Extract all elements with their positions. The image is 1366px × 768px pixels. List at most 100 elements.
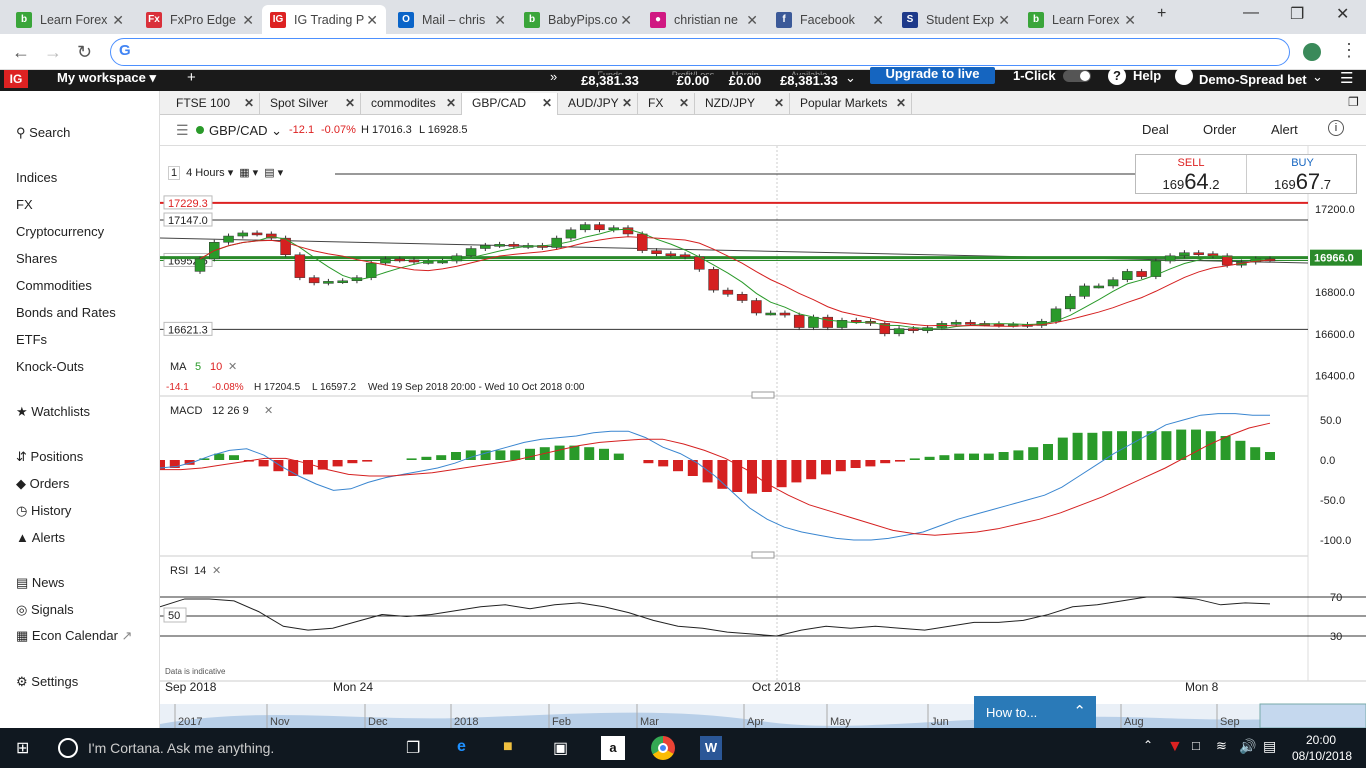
browser-tab[interactable]: S Student Exp ✕ [894, 5, 1018, 34]
instrument-tab[interactable]: commodites ✕ [361, 93, 462, 115]
arrows-icon[interactable]: » [550, 69, 557, 84]
help-link[interactable]: Help [1133, 68, 1161, 83]
close-tab-icon[interactable]: ✕ [366, 12, 378, 29]
ig-logo[interactable]: IG [4, 70, 28, 88]
word-icon[interactable]: W [700, 736, 722, 760]
order-button[interactable]: Order [1203, 122, 1236, 137]
amazon-icon[interactable]: a [601, 736, 625, 760]
instrument-tab[interactable]: NZD/JPY ✕ [695, 93, 790, 115]
sidebar-signals[interactable]: ◎ Signals [16, 602, 74, 618]
sidebar-item-bonds-and-rates[interactable]: Bonds and Rates [16, 305, 116, 320]
close-tab-icon[interactable]: ✕ [746, 12, 758, 29]
close-tab-icon[interactable]: ✕ [774, 93, 784, 113]
notifications-icon[interactable]: ▤ [1263, 738, 1276, 755]
volume-icon[interactable]: 🔊 [1239, 738, 1256, 755]
browser-tab[interactable]: f Facebook ✕ [768, 5, 892, 34]
account-selector[interactable]: Demo-Spread bet [1199, 72, 1307, 87]
indicators-icon[interactable]: ▤ ▾ [264, 166, 283, 180]
browser-tab[interactable]: b Learn Forex ✕ [1020, 5, 1144, 34]
new-tab-button[interactable]: + [1157, 5, 1166, 23]
sidebar-orders[interactable]: ◆ Orders [16, 476, 69, 492]
close-tab-icon[interactable]: ✕ [998, 12, 1010, 29]
close-tab-icon[interactable]: ✕ [896, 93, 906, 113]
reload-icon[interactable]: ↻ [77, 42, 92, 63]
windows-start-icon[interactable]: ⊞ [16, 738, 29, 758]
close-window-icon[interactable]: ✕ [1336, 4, 1349, 24]
sidebar-econ-calendar[interactable]: ▦ Econ Calendar ↗ [16, 628, 132, 644]
sidebar-watchlists[interactable]: ★ Watchlists [16, 404, 90, 420]
browser-tab[interactable]: b BabyPips.co ✕ [516, 5, 640, 34]
edge-icon[interactable]: e [457, 738, 466, 756]
clock-date[interactable]: 08/10/2018 [1292, 749, 1352, 763]
buy-button[interactable]: BUY 16967.7 [1247, 155, 1358, 194]
sidebar-search[interactable]: ⚲ Search [16, 125, 70, 141]
task-view-icon[interactable]: ❐ [406, 738, 420, 758]
forward-icon[interactable]: → [44, 42, 62, 63]
instrument-tab[interactable]: AUD/JPY ✕ [558, 93, 638, 115]
menu-icon[interactable]: ☰ [176, 122, 189, 139]
help-icon[interactable]: ? [1108, 67, 1126, 85]
account-menu-chevron-icon[interactable]: ⌄ [1312, 69, 1323, 85]
hamburger-icon[interactable]: ☰ [1340, 69, 1353, 87]
network-icon[interactable]: □ [1192, 738, 1200, 753]
sidebar-item-commodities[interactable]: Commodities [16, 278, 92, 293]
price-chart-svg[interactable]: 17200.0 16800.0 16600.0 16400.0 17229.3 17147… [155, 146, 1366, 729]
calendar-range-icon[interactable]: ▦ ▾ [239, 166, 258, 180]
close-tab-icon[interactable]: ✕ [112, 12, 124, 29]
account-chevron-icon[interactable]: ⌄ [845, 70, 856, 86]
user-icon[interactable] [1175, 67, 1193, 85]
browser-tab[interactable]: IG IG Trading P ✕ [262, 5, 386, 34]
sidebar-settings[interactable]: ⚙ Settings [16, 674, 78, 690]
store-icon[interactable]: ▣ [553, 738, 568, 758]
chart-type-button[interactable]: 1 [168, 166, 181, 180]
sidebar-item-knock-outs[interactable]: Knock-Outs [16, 359, 84, 374]
one-click-toggle[interactable] [1063, 70, 1091, 82]
sidebar-item-fx[interactable]: FX [16, 197, 33, 212]
maximize-icon[interactable]: ❐ [1290, 4, 1304, 24]
sidebar-news[interactable]: ▤ News [16, 575, 64, 591]
cortana-icon[interactable] [58, 738, 78, 758]
file-explorer-icon[interactable]: ■ [503, 738, 513, 756]
sidebar-item-shares[interactable]: Shares [16, 251, 57, 266]
close-tab-icon[interactable]: ✕ [244, 93, 254, 113]
how-to-button[interactable]: How to... ⌃ [974, 696, 1096, 728]
sidebar-item-etfs[interactable]: ETFs [16, 332, 47, 347]
cortana-search[interactable]: I'm Cortana. Ask me anything. [88, 740, 274, 756]
sidebar-item-cryptocurrency[interactable]: Cryptocurrency [16, 224, 104, 239]
instrument-tab[interactable]: FX ✕ [638, 93, 695, 115]
instrument-tab[interactable]: GBP/CAD ✕ [462, 93, 558, 115]
instrument-tab[interactable]: Spot Silver ✕ [260, 93, 361, 115]
close-tab-icon[interactable]: ✕ [620, 12, 632, 29]
chrome-icon[interactable] [651, 736, 675, 760]
deal-button[interactable]: Deal [1142, 122, 1169, 137]
sidebar-item-indices[interactable]: Indices [16, 170, 57, 185]
upgrade-button[interactable]: Upgrade to live [870, 67, 995, 84]
close-tab-icon[interactable]: ✕ [242, 12, 254, 29]
close-tab-icon[interactable]: ✕ [679, 93, 689, 113]
close-tab-icon[interactable]: ✕ [446, 93, 456, 113]
close-tab-icon[interactable]: ✕ [1124, 12, 1136, 29]
browser-tab[interactable]: Fx FxPro Edge ✕ [138, 5, 262, 34]
close-tab-icon[interactable]: ✕ [622, 93, 632, 113]
workspace-menu[interactable]: My workspace ▾ [57, 70, 156, 86]
timeframe-dropdown[interactable]: 4 Hours ▾ [186, 166, 233, 180]
menu-dots-icon[interactable]: ⋮ [1340, 40, 1358, 61]
close-tab-icon[interactable]: ✕ [542, 93, 552, 113]
omnibox[interactable]: G [110, 38, 1290, 66]
sidebar-positions[interactable]: ⇵ Positions [16, 449, 83, 465]
wifi-icon[interactable]: ≋ [1216, 738, 1227, 754]
minimize-icon[interactable]: — [1243, 4, 1259, 22]
browser-tab[interactable]: ● christian ne ✕ [642, 5, 766, 34]
sidebar-alerts[interactable]: ▲ Alerts [16, 530, 65, 545]
info-icon[interactable]: i [1328, 120, 1344, 136]
tray-chevron-icon[interactable]: ⌃ [1143, 738, 1153, 752]
extension-icon[interactable] [1303, 43, 1321, 61]
popout-icon[interactable]: ❐ [1348, 95, 1359, 109]
instrument-name[interactable]: GBP/CAD ⌄ [209, 123, 282, 139]
back-icon[interactable]: ← [12, 42, 30, 63]
close-tab-icon[interactable]: ✕ [494, 12, 506, 29]
sidebar-history[interactable]: ◷ History [16, 503, 71, 519]
instrument-tab[interactable]: Popular Markets ✕ [790, 93, 912, 115]
mcafee-icon[interactable]: ▼ [1167, 738, 1183, 756]
clock-time[interactable]: 20:00 [1306, 733, 1336, 747]
